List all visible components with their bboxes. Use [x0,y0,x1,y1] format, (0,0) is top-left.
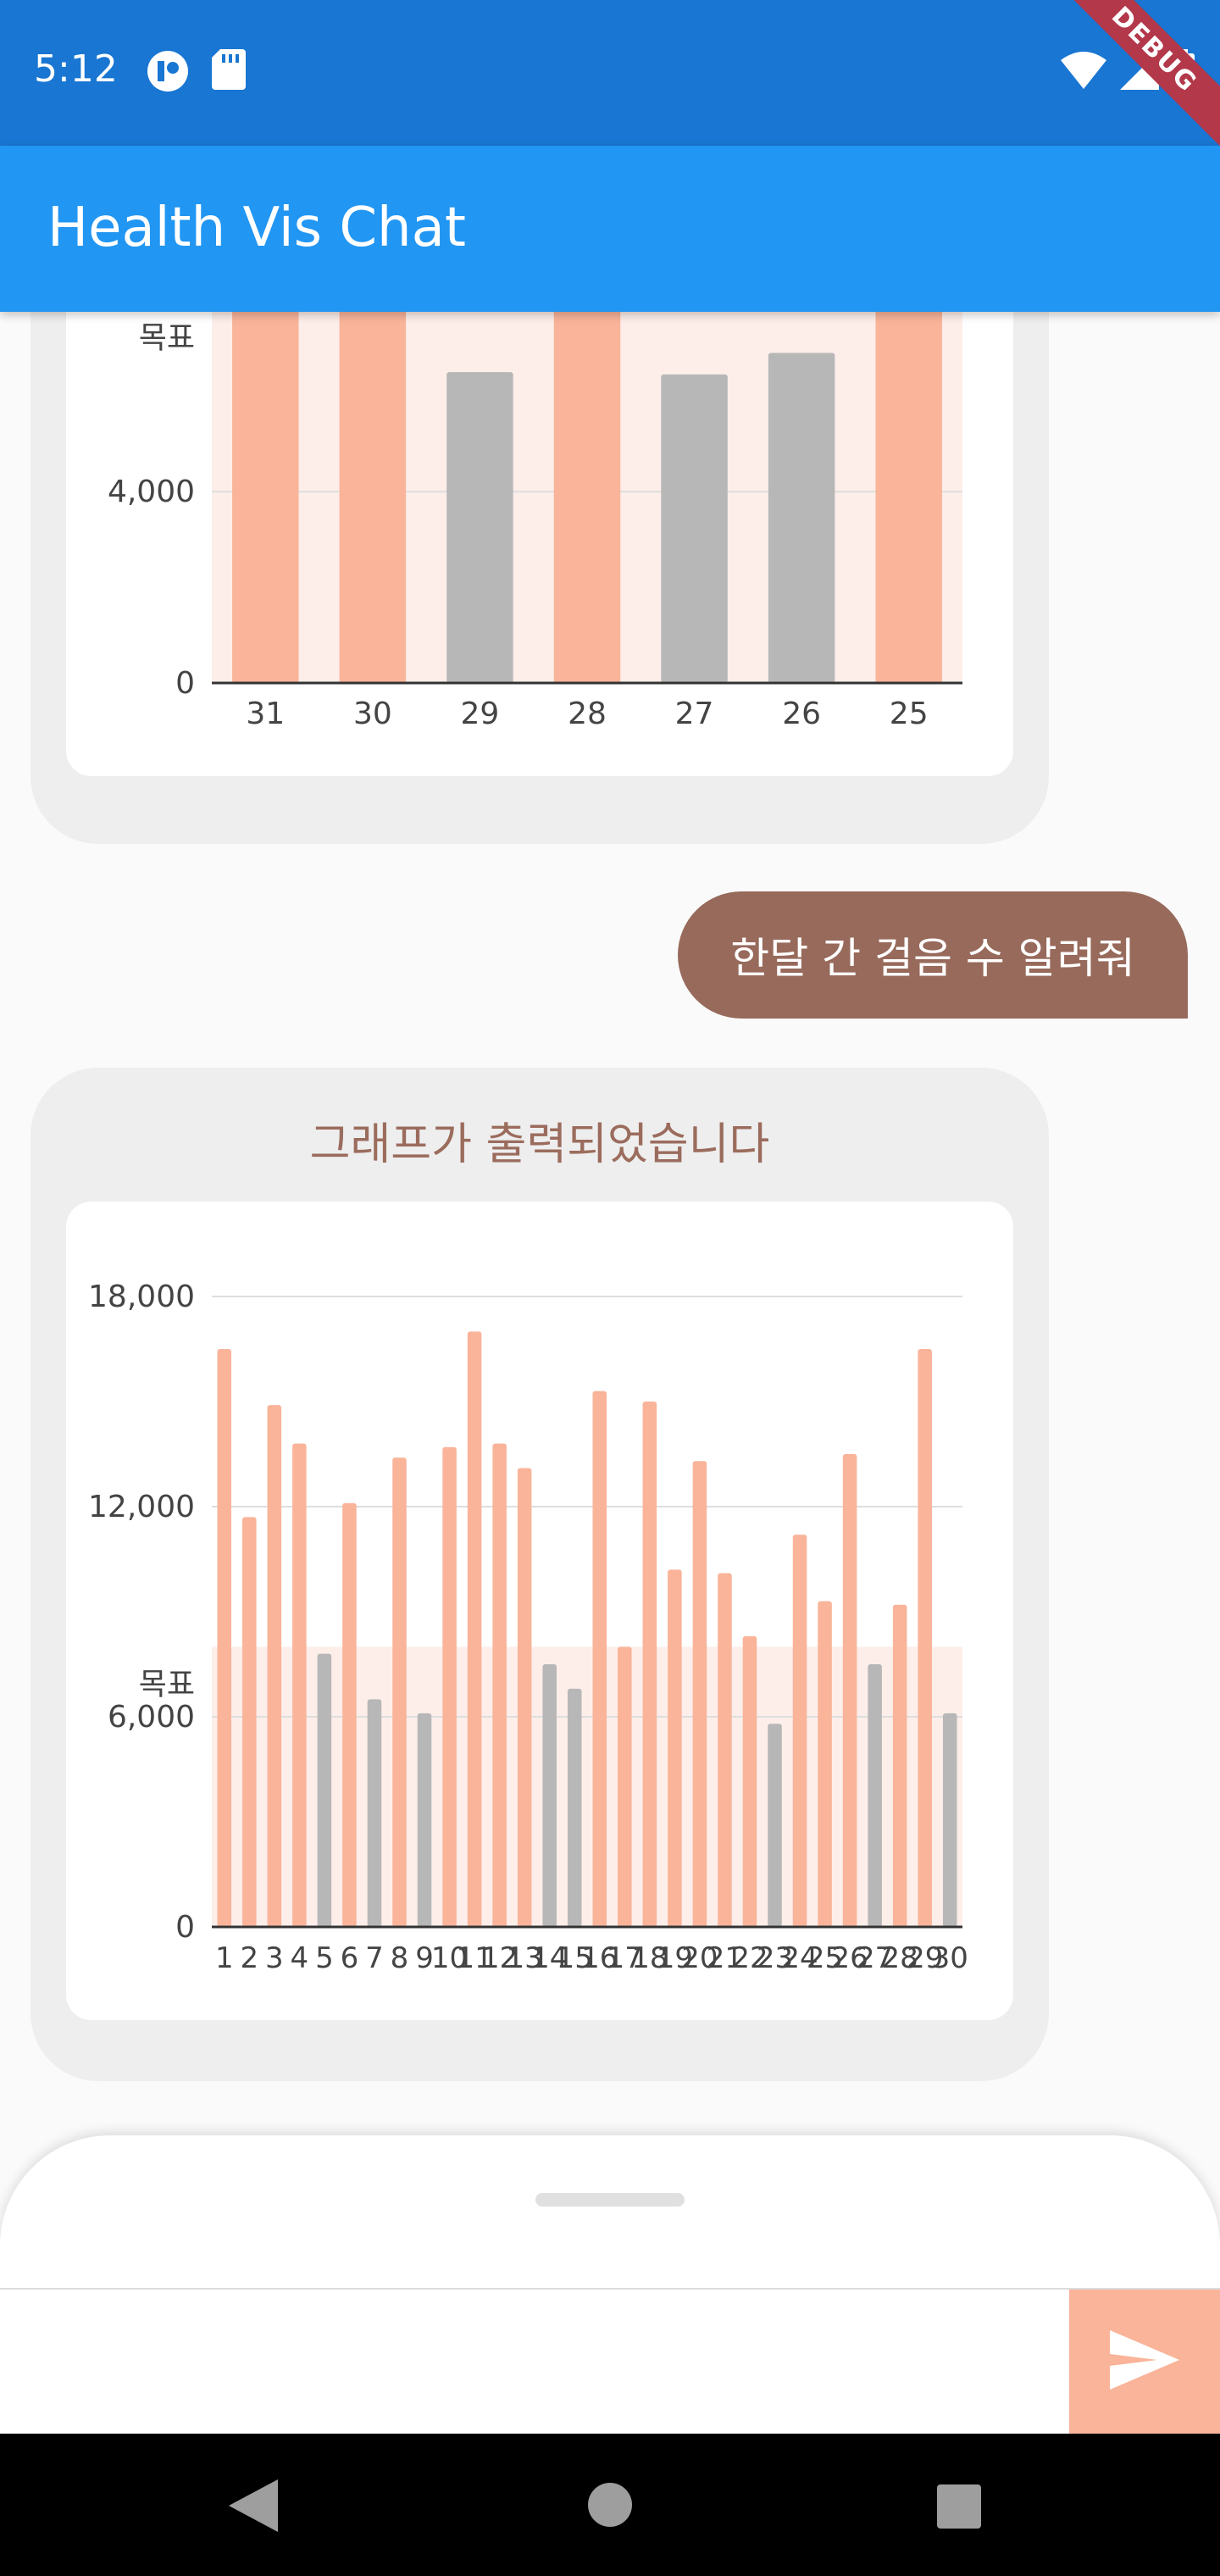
bar [875,312,942,683]
y-tick-label: 4,000 [108,475,195,509]
bar [618,1646,632,1927]
send-icon [1110,2330,1179,2393]
bar [217,1349,232,1927]
x-tick-label: 30 [932,1941,968,1975]
x-tick-label: 26 [782,697,821,731]
monthly-steps-chart: 06,00012,00018,000목표1 2 3 4 5 6 7 8 910111213141… [88,1280,968,1975]
x-tick-label: 8 [391,1941,409,1975]
back-icon[interactable] [229,2479,278,2535]
input-sheet [0,2135,1220,2434]
bar [692,1461,707,1927]
app-title: Health Vis Chat [47,197,466,259]
bar [417,1713,432,1927]
bar [567,1688,582,1927]
bot-message-title: 그래프가 출력되었습니다 [309,1119,770,1170]
y-tick-label: 0 [175,666,195,701]
chat-list[interactable]: 0 4,000 목표 31 30 29 28 27 26 25 한달 간 걸음 수 알려줘 그래프… [0,312,1220,2135]
bar [292,1443,307,1927]
wifi-icon [1061,52,1106,92]
chart-card: 0 4,000 목표 31 30 29 28 27 26 25 [66,312,1013,776]
bar [668,1569,682,1927]
status-time: 5:12 [34,47,118,91]
bar [742,1635,757,1927]
home-icon[interactable] [588,2483,632,2530]
y-tick-label: 6,000 [108,1700,195,1735]
x-tick-label: 5 [315,1941,334,1975]
x-tick-label: 2 [240,1941,258,1975]
send-button[interactable] [1069,2290,1220,2434]
bar [442,1446,457,1927]
x-tick-label: 25 [890,697,929,731]
x-tick-label: 7 [365,1941,384,1975]
bar [542,1664,557,1927]
user-message-bubble: 한달 간 걸음 수 알려줘 [678,891,1188,1019]
x-tick-label: 3 [265,1941,284,1975]
navigation-bar [0,2434,1220,2576]
drag-handle[interactable] [535,2193,685,2207]
x-tick-label: 28 [568,697,607,731]
bar [367,1699,382,1927]
bot-message-bubble: 0 4,000 목표 31 30 29 28 27 26 25 [30,312,1049,844]
bar [868,1664,882,1927]
bar [339,312,407,683]
x-tick-label: 30 [353,697,392,731]
bar [792,1535,807,1927]
chart-card: 0 6,000 12,000 18,000 목표 1 2 3 4 5 6 7 8 9 10 11 12 13 14 1… [66,1202,1013,2020]
y-tick-label: 0 [175,1910,195,1945]
bar [768,1724,782,1927]
sd-card-icon [212,49,246,97]
bar [892,1604,907,1927]
bar [446,372,513,683]
bar [392,1457,407,1927]
x-tick-label: 1 [215,1941,234,1975]
user-message-text: 한달 간 걸음 수 알려줘 [730,934,1135,983]
input-row [0,2288,1220,2435]
x-tick-label: 31 [246,697,285,731]
bar [942,1713,957,1927]
bot-message-bubble: 그래프가 출력되었습니다 0 6,000 12,000 18,000 목표 1 2 3 4 5 6 7… [30,1068,1049,2081]
x-tick-label: 6 [341,1941,359,1975]
bar [718,1573,732,1927]
x-tick-label: 29 [461,697,500,731]
bar [918,1349,932,1927]
goal-label: 목표 [139,1667,195,1702]
status-bar: 5:12 DEBUG [0,0,1220,155]
bar [232,312,299,683]
message-input[interactable] [0,2290,1068,2434]
weekly-steps-chart: 0 4,000 목표 31 30 29 28 27 26 25 [108,312,962,731]
x-tick-label: 27 [675,697,714,731]
signal-icon [146,49,190,97]
goal-label: 목표 [139,320,195,355]
bar [517,1468,532,1927]
bar [267,1405,282,1927]
x-tick-label: 4 [291,1941,309,1975]
bar [553,312,621,683]
app-bar: Health Vis Chat [0,146,1220,312]
bar [768,353,835,683]
bar [818,1601,832,1927]
y-tick-label: 12,000 [88,1490,195,1524]
bar [492,1443,507,1927]
bar [842,1454,857,1927]
bar [342,1502,357,1927]
bar [242,1517,257,1927]
recents-icon[interactable] [937,2484,981,2532]
bar [317,1653,332,1927]
bar [642,1402,657,1927]
bar [592,1391,607,1927]
bar [661,374,728,683]
y-tick-label: 18,000 [88,1280,195,1314]
bar [467,1331,482,1927]
